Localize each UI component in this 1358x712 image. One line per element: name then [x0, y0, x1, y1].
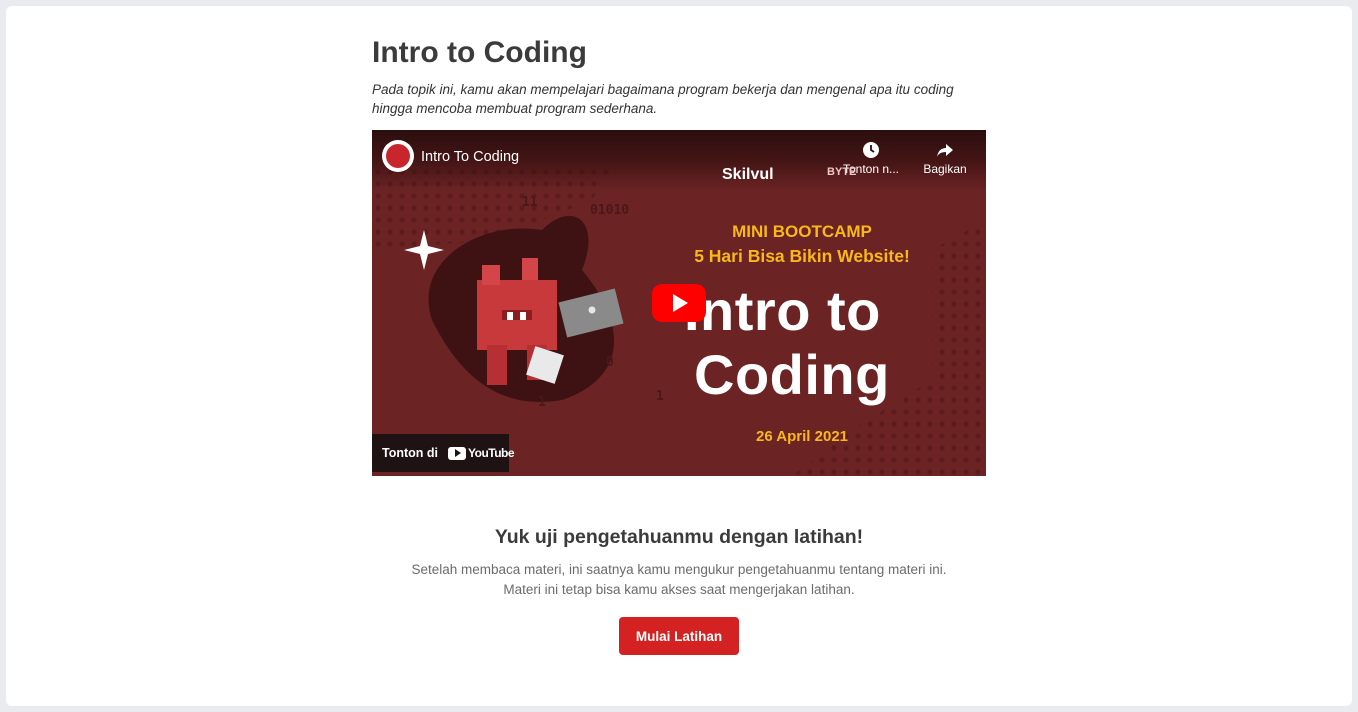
clock-icon — [863, 142, 879, 158]
video-title[interactable]: Intro To Coding — [421, 149, 519, 165]
banner-line-2: 5 Hari Bisa Bikin Website! — [694, 246, 910, 266]
share-label: Bagikan — [923, 162, 967, 176]
binary-text-3: 0 — [606, 355, 614, 370]
headline-line-2: Coding — [694, 343, 890, 406]
brand-logo: Skilvul — [722, 166, 774, 183]
start-exercise-button[interactable]: Mulai Latihan — [619, 617, 739, 655]
event-date: 26 April 2021 — [756, 428, 848, 445]
lesson-description: Pada topik ini, kamu akan mempelajari ba… — [372, 82, 954, 116]
youtube-label: YouTube — [468, 446, 515, 460]
exercise-description: Setelah membaca materi, ini saatnya kamu… — [411, 562, 947, 597]
share-icon — [937, 144, 953, 157]
headline-line-1: Intro to — [684, 279, 881, 342]
share-button[interactable]: Bagikan — [918, 140, 972, 176]
page-title: Intro to Coding — [372, 36, 587, 69]
play-icon — [673, 294, 688, 312]
watch-on-label: Tonton di — [382, 446, 438, 460]
binary-text-5: 1 — [656, 389, 664, 404]
banner-line-1: MINI BOOTCAMP — [732, 222, 872, 241]
play-button[interactable] — [652, 284, 706, 322]
watch-on-youtube-button[interactable]: Tonton di YouTube — [372, 434, 515, 472]
binary-text-2: 01010 — [590, 203, 629, 218]
partner-logo: BYTE — [827, 166, 857, 178]
channel-avatar-icon[interactable] — [382, 140, 414, 172]
exercise-title: Yuk uji pengetahuanmu dengan latihan! — [494, 526, 864, 548]
binary-text-1: 11 — [522, 195, 538, 210]
youtube-logo-icon: YouTube — [446, 446, 515, 460]
video-player[interactable]: 11 01010 0 1 1 Intro To Coding Tonton n.… — [372, 130, 986, 476]
binary-text-4: 1 — [538, 395, 546, 410]
lesson-card: Intro to Coding Pada topik ini, kamu aka… — [6, 6, 1352, 706]
